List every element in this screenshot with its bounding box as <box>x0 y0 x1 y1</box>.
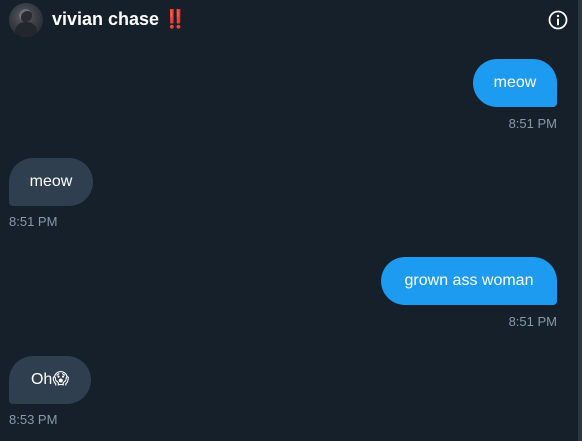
message-bubble-outgoing[interactable]: meow <box>473 59 557 107</box>
conversation-header: vivian chase ‼️ <box>0 0 578 40</box>
message-text: meow <box>493 74 537 91</box>
message-text: Oh😱 <box>30 371 70 388</box>
scrollbar-track[interactable] <box>578 0 582 441</box>
message-bubble-incoming[interactable]: Oh😱 <box>9 356 91 404</box>
message-bubble-outgoing[interactable]: grown ass woman <box>381 257 557 305</box>
message-text: grown ass woman <box>404 272 534 289</box>
message-timestamp: 8:51 PM <box>508 116 557 131</box>
message-timestamp: 8:53 PM <box>9 412 58 427</box>
message-text: meow <box>29 173 73 190</box>
info-icon[interactable] <box>547 9 569 31</box>
avatar[interactable] <box>9 3 43 37</box>
message-bubble-incoming[interactable]: meow <box>9 158 93 206</box>
message-timestamp: 8:51 PM <box>9 214 58 229</box>
contact-name[interactable]: vivian chase ‼️ <box>52 9 186 30</box>
message-timestamp: 8:51 PM <box>508 314 557 329</box>
